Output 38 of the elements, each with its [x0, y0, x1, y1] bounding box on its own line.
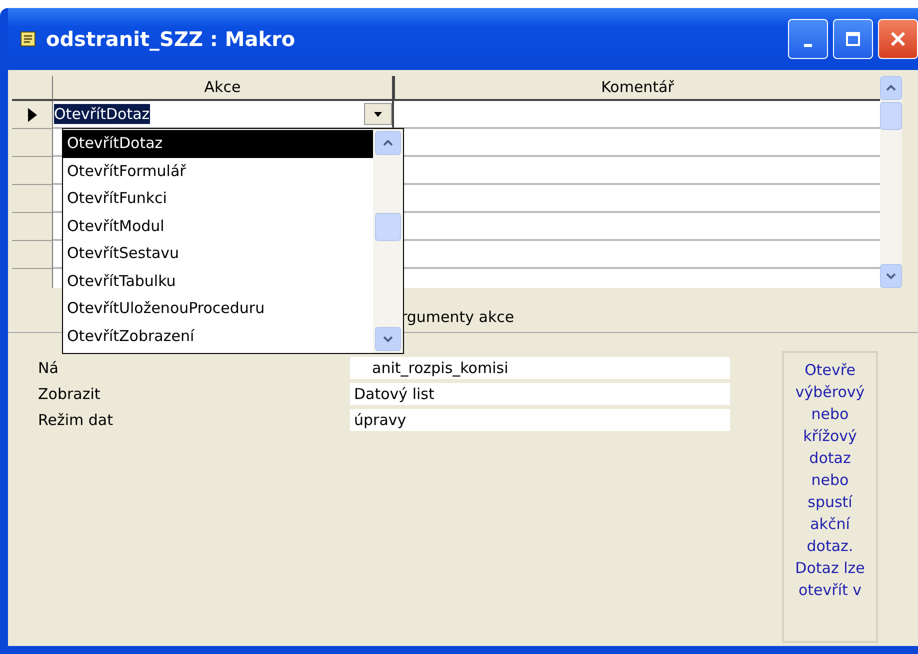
comment-cell[interactable]: [394, 101, 880, 129]
caret-icon: [374, 112, 382, 116]
minimize-button[interactable]: [788, 19, 828, 59]
scroll-up-button[interactable]: [375, 131, 401, 155]
scroll-thumb[interactable]: [880, 102, 902, 130]
vertical-scrollbar[interactable]: [880, 76, 902, 288]
dropdown-button[interactable]: [364, 103, 392, 125]
maximize-button[interactable]: [833, 19, 873, 59]
maximize-icon: [845, 31, 861, 47]
section-heading: rgumenty akce: [401, 308, 514, 326]
close-button[interactable]: [878, 19, 918, 59]
minimize-icon: [804, 44, 812, 46]
chevron-down-icon: [886, 273, 896, 279]
argument-field[interactable]: anit_rozpis_komisi: [350, 357, 730, 379]
scroll-up-button[interactable]: [880, 76, 902, 100]
scroll-down-button[interactable]: [880, 264, 902, 288]
scroll-icon: [18, 29, 38, 49]
action-combo[interactable]: OtevřítDotaz: [53, 101, 394, 129]
list-scrollbar[interactable]: [373, 129, 403, 353]
chevron-up-icon: [383, 140, 393, 146]
argument-label: Zobrazit: [38, 385, 102, 403]
current-row-icon: [28, 108, 36, 122]
scroll-down-button[interactable]: [375, 327, 401, 351]
argument-field[interactable]: Datový list: [350, 383, 730, 405]
argument-label: Ná: [38, 359, 60, 377]
combo-text: OtevřítDotaz: [54, 104, 150, 124]
column-header[interactable]: Akce: [53, 76, 394, 101]
argument-label: Režim dat: [38, 411, 114, 429]
window-title: odstranit_SZZ : Makro: [46, 27, 296, 51]
dropdown-item[interactable]: OtevřítDotaz: [63, 130, 373, 158]
chevron-down-icon: [383, 336, 393, 342]
row-selector[interactable]: [12, 101, 53, 129]
help-text: Otevře výběrový nebo křížový dotaz nebo spustí akční dotaz. Dotaz lze otevřít v: [782, 351, 878, 643]
close-icon: [889, 30, 907, 48]
scroll-thumb[interactable]: [375, 213, 401, 241]
chevron-up-icon: [886, 85, 896, 91]
column-header[interactable]: Komentář: [394, 76, 880, 101]
argument-field[interactable]: úpravy: [350, 409, 730, 431]
